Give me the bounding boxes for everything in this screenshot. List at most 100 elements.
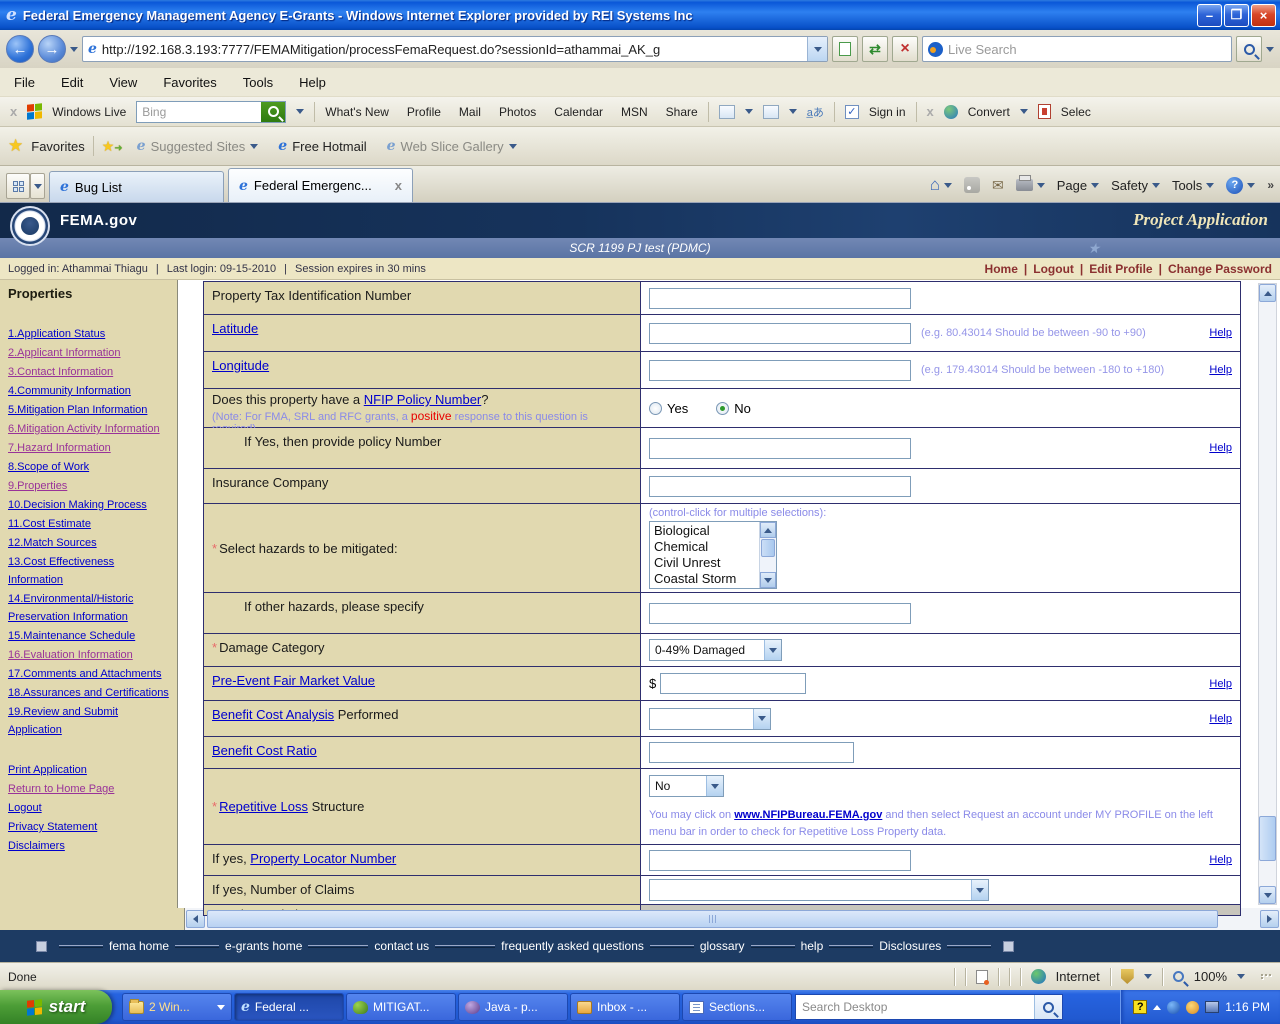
disclaimers-link[interactable]: Disclaimers: [8, 837, 169, 855]
tray-expand-icon[interactable]: [1153, 1005, 1161, 1010]
footer-contact-us-link[interactable]: contact us: [374, 939, 429, 953]
taskbar-button-inbox[interactable]: Inbox - ...: [570, 993, 680, 1021]
nfip-yes-option[interactable]: Yes: [649, 401, 688, 416]
repetitive-loss-link[interactable]: Repetitive Loss: [219, 799, 308, 814]
zoom-level[interactable]: 100%: [1194, 969, 1227, 984]
footer-egrants-home-link[interactable]: e-grants home: [225, 939, 302, 953]
listbox-scrollbar[interactable]: [759, 522, 776, 588]
hazard-option-chemical[interactable]: Chemical: [654, 539, 755, 555]
damage-category-select[interactable]: 0-49% Damaged: [649, 639, 782, 661]
change-password-link[interactable]: Change Password: [1168, 262, 1272, 276]
nfip-policy-number-link[interactable]: NFIP Policy Number: [364, 392, 482, 407]
scroll-up-icon[interactable]: [760, 522, 776, 538]
scroll-up-button[interactable]: [1259, 284, 1276, 302]
nfip-yes-radio[interactable]: [649, 402, 662, 415]
market-value-link[interactable]: Pre-Event Fair Market Value: [212, 673, 375, 688]
sidebar-item-match-sources[interactable]: 12.Match Sources: [8, 534, 169, 552]
bca-link[interactable]: Benefit Cost Analysis: [212, 707, 334, 722]
market-value-help-link[interactable]: Help: [1209, 678, 1232, 690]
print-button[interactable]: [1016, 179, 1045, 191]
scroll-right-button[interactable]: [1260, 910, 1279, 928]
locator-help-link[interactable]: Help: [1209, 854, 1232, 866]
safety-menu[interactable]: Safety: [1111, 178, 1160, 193]
link-mail[interactable]: Mail: [459, 105, 481, 119]
footer-fema-home-link[interactable]: fema home: [109, 939, 169, 953]
tab-bug-list[interactable]: e Bug List: [49, 171, 224, 202]
sign-in-link[interactable]: Sign in: [869, 105, 906, 119]
claims-select[interactable]: [649, 879, 989, 901]
tab-list-button[interactable]: [30, 173, 45, 199]
menu-view[interactable]: View: [109, 75, 137, 90]
sidebar-item-hazard-information[interactable]: 7.Hazard Information: [8, 439, 169, 457]
tax-id-input[interactable]: [649, 288, 911, 309]
help-menu[interactable]: ?: [1226, 177, 1255, 194]
property-locator-link[interactable]: Property Locator Number: [250, 851, 396, 866]
logout-link[interactable]: Logout: [1033, 262, 1074, 276]
hazard-option-coastal-storm[interactable]: Coastal Storm: [654, 571, 755, 587]
scroll-down-button[interactable]: [1259, 886, 1276, 904]
nfip-no-option[interactable]: No: [716, 401, 751, 416]
translate-icon[interactable]: a̲あ: [807, 104, 824, 120]
quick-tabs-button[interactable]: [6, 173, 30, 199]
layout-icon[interactable]: [763, 105, 779, 119]
vertical-scrollbar[interactable]: [1258, 283, 1277, 905]
convert-dropdown-icon[interactable]: [1020, 109, 1028, 114]
toolbar-close-icon[interactable]: x: [10, 104, 17, 119]
convert-button[interactable]: Convert: [968, 105, 1010, 119]
sidebar-item-mitigation-plan[interactable]: 5.Mitigation Plan Information: [8, 401, 169, 419]
refresh-button[interactable]: ⇄: [862, 36, 888, 62]
footer-disclosures-link[interactable]: Disclosures: [879, 939, 941, 953]
latitude-input[interactable]: [649, 323, 911, 344]
link-calendar[interactable]: Calendar: [554, 105, 603, 119]
longitude-link[interactable]: Longitude: [212, 358, 269, 373]
link-msn[interactable]: MSN: [621, 105, 648, 119]
minimize-button[interactable]: –: [1197, 4, 1222, 27]
menu-favorites[interactable]: Favorites: [163, 75, 216, 90]
dropdown-icon[interactable]: [1144, 974, 1152, 979]
bcr-input[interactable]: [649, 742, 854, 763]
scroll-down-icon[interactable]: [760, 572, 776, 588]
latitude-link[interactable]: Latitude: [212, 321, 258, 336]
close-button[interactable]: ×: [1251, 4, 1276, 27]
nfip-no-radio[interactable]: [716, 402, 729, 415]
zoom-dropdown-icon[interactable]: [1237, 974, 1245, 979]
menu-file[interactable]: File: [14, 75, 35, 90]
start-button[interactable]: start: [0, 990, 112, 1024]
search-desktop-box[interactable]: Search Desktop: [795, 994, 1063, 1020]
home-link[interactable]: Home: [985, 262, 1018, 276]
menu-tools[interactable]: Tools: [243, 75, 273, 90]
menu-help[interactable]: Help: [299, 75, 326, 90]
print-application-link[interactable]: Print Application: [8, 761, 169, 779]
rss-icon[interactable]: [964, 177, 980, 193]
dropdown-icon[interactable]: [789, 109, 797, 114]
sidebar-item-scope-of-work[interactable]: 8.Scope of Work: [8, 458, 169, 476]
return-home-link[interactable]: Return to Home Page: [8, 780, 169, 798]
taskbar-button-mitigat[interactable]: MITIGAT...: [346, 993, 456, 1021]
policy-number-input[interactable]: [649, 438, 911, 459]
forward-button[interactable]: →: [38, 35, 66, 63]
search-go-button[interactable]: [1236, 36, 1262, 62]
other-hazards-input[interactable]: [649, 603, 911, 624]
restore-button[interactable]: ❐: [1224, 4, 1249, 27]
repetitive-loss-select[interactable]: No: [649, 775, 724, 797]
market-value-input[interactable]: [660, 673, 806, 694]
dropdown-icon[interactable]: [745, 109, 753, 114]
taskbar-button-sections[interactable]: Sections...: [682, 993, 792, 1021]
bca-help-link[interactable]: Help: [1209, 713, 1232, 725]
longitude-input[interactable]: [649, 360, 911, 381]
taskbar-button-federal[interactable]: e Federal ...: [234, 993, 344, 1021]
link-photos[interactable]: Photos: [499, 105, 536, 119]
sidebar-item-mitigation-activity[interactable]: 6.Mitigation Activity Information: [8, 420, 169, 438]
suggested-sites-item[interactable]: e Suggested Sites: [131, 135, 265, 157]
add-favorite-icon[interactable]: ★➜: [102, 138, 123, 155]
tray-keyboard-icon[interactable]: ?: [1133, 1000, 1147, 1014]
url-text[interactable]: http://192.168.3.193:7777/FEMAMitigation…: [102, 42, 802, 57]
footer-glossary-link[interactable]: glossary: [700, 939, 745, 953]
favorites-button[interactable]: Favorites: [31, 139, 84, 154]
link-whats-new[interactable]: What's New: [325, 105, 389, 119]
sidebar-item-environmental-historic[interactable]: 14.Environmental/Historic Preservation I…: [8, 590, 169, 626]
home-button[interactable]: ⌂: [930, 175, 952, 195]
longitude-help-link[interactable]: Help: [1209, 364, 1232, 376]
bing-search-input[interactable]: Bing: [136, 101, 286, 123]
sidebar-item-cost-effectiveness[interactable]: 13.Cost Effectiveness Information: [8, 553, 169, 589]
